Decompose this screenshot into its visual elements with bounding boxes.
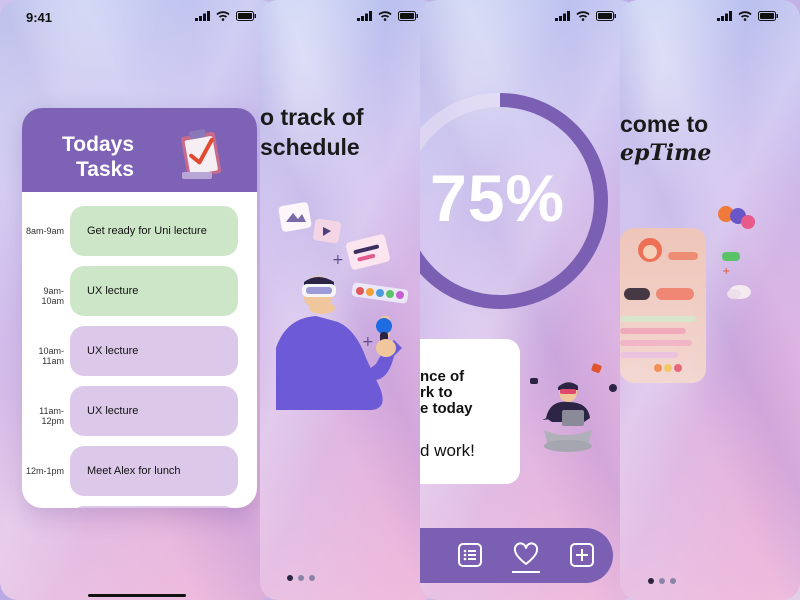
home-indicator xyxy=(88,594,186,597)
active-tab-underline xyxy=(512,571,540,573)
task-row: 9am-10am UX lecture xyxy=(22,266,257,326)
tasks-title-line1: Todays xyxy=(62,133,134,156)
task-label: Get ready for Uni lecture xyxy=(87,225,207,237)
task-item[interactable]: Meet Alex for lunch xyxy=(70,446,238,496)
heading-line1: o track of xyxy=(260,104,364,130)
status-bar: 9:41 xyxy=(0,8,278,26)
message-line3: e today xyxy=(420,400,473,417)
bottom-tab-bar xyxy=(420,528,613,583)
svg-text:+: + xyxy=(722,266,730,277)
task-list: 8am-9am Get ready for Uni lecture 9am-10… xyxy=(22,206,257,508)
task-row xyxy=(22,506,257,508)
status-bar xyxy=(420,8,638,26)
screen-progress: 75% nce of rk to e today d work! xyxy=(420,0,638,600)
motivation-cheer: d work! xyxy=(420,441,475,460)
plus-square-icon[interactable] xyxy=(569,542,595,568)
screen-welcome: come to epTime + xyxy=(620,0,800,600)
task-time: 9am-10am xyxy=(41,286,64,306)
task-time: 12m-1pm xyxy=(25,466,64,476)
tasks-title-line2: Tasks xyxy=(76,158,134,181)
task-time: 11am-12pm xyxy=(39,406,64,426)
welcome-heading: come to xyxy=(620,111,709,137)
profile-panel-illustration xyxy=(620,228,706,383)
page-dot[interactable] xyxy=(659,578,665,584)
page-dot[interactable] xyxy=(670,578,676,584)
signal-icon xyxy=(555,11,570,21)
task-row: 12m-1pm Meet Alex for lunch xyxy=(22,446,257,506)
task-row: 8am-9am Get ready for Uni lecture xyxy=(22,206,257,266)
app-brand: epTime xyxy=(620,140,712,166)
page-dot[interactable] xyxy=(298,575,304,581)
profile-card-graphic xyxy=(620,238,698,372)
page-dot[interactable] xyxy=(648,578,654,584)
task-item[interactable]: UX lecture xyxy=(70,266,238,316)
message-line1: nce of xyxy=(420,368,465,385)
signal-icon xyxy=(195,11,210,21)
wifi-icon xyxy=(576,11,590,21)
page-indicator xyxy=(648,578,676,584)
motivation-card: nce of rk to e today d work! xyxy=(420,339,520,484)
task-row: 10am-11am UX lecture xyxy=(22,326,257,386)
battery-icon xyxy=(596,11,616,21)
status-bar xyxy=(260,8,440,26)
screen-todays-tasks: 9:41 Todays Tasks 8am-9am Get ready for … xyxy=(0,0,278,600)
tasks-card: Todays Tasks 8am-9am Get ready for Uni l… xyxy=(22,108,257,508)
tasks-card-header: Todays Tasks xyxy=(22,108,257,192)
page-dot[interactable] xyxy=(309,575,315,581)
heading-line2: schedule xyxy=(260,134,360,160)
battery-icon xyxy=(398,11,418,21)
task-item[interactable]: Get ready for Uni lecture xyxy=(70,206,238,256)
tasks-title: Todays Tasks xyxy=(52,132,134,182)
wifi-icon xyxy=(738,11,752,21)
task-time: 10am-11am xyxy=(38,346,64,366)
status-bar xyxy=(620,8,800,26)
page-dot[interactable] xyxy=(287,575,293,581)
message-line2: rk to xyxy=(420,384,453,401)
battery-icon xyxy=(758,11,778,21)
task-label: UX lecture xyxy=(87,285,139,297)
wifi-icon xyxy=(378,11,392,21)
task-time: 8am-9am xyxy=(25,226,64,236)
task-item[interactable]: UX lecture xyxy=(70,326,238,376)
signal-icon xyxy=(717,11,732,21)
progress-percent: 75% xyxy=(430,161,566,235)
page-indicator xyxy=(287,575,315,581)
keep-track-heading: o track of schedule xyxy=(260,102,364,162)
list-icon[interactable] xyxy=(457,542,483,568)
battery-icon xyxy=(236,11,256,21)
task-label: Meet Alex for lunch xyxy=(87,465,181,477)
floating-shapes-illustration: + xyxy=(718,206,755,299)
motivation-message: nce of rk to e today xyxy=(420,369,473,417)
task-item-partial[interactable] xyxy=(70,506,238,508)
clipboard-check-icon xyxy=(181,129,222,179)
task-label: UX lecture xyxy=(87,345,139,357)
task-item[interactable]: UX lecture xyxy=(70,386,238,436)
task-row: 11am-12pm UX lecture xyxy=(22,386,257,446)
wifi-icon xyxy=(216,11,230,21)
svg-text:+: + xyxy=(362,334,374,350)
heart-icon[interactable] xyxy=(513,542,539,568)
task-label: UX lecture xyxy=(87,405,139,417)
signal-icon xyxy=(357,11,372,21)
status-time: 9:41 xyxy=(26,10,53,25)
screen-keep-track: o track of schedule + + xyxy=(260,0,440,600)
person-laptop-illustration xyxy=(530,363,617,452)
person-vr-illustration: + + xyxy=(276,202,409,410)
svg-text:+: + xyxy=(332,252,344,268)
